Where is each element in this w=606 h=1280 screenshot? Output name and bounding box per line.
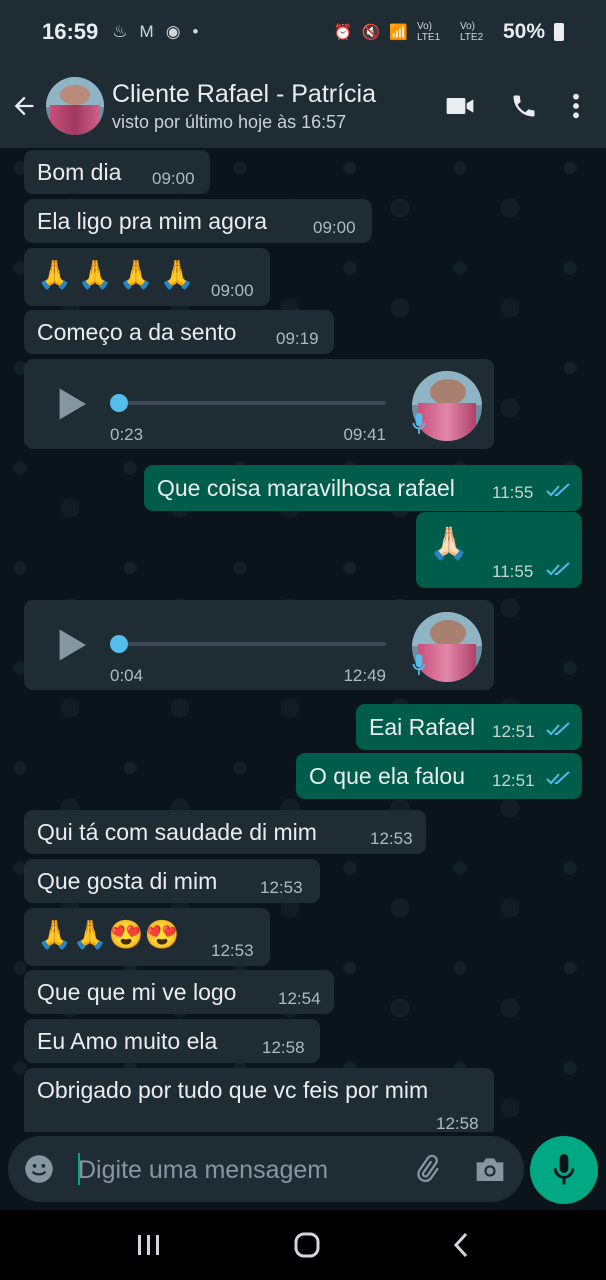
message-text: Obrigado por tudo que vc feis por mim: [37, 1077, 429, 1103]
message-time: 11:55: [492, 562, 534, 581]
message-time: 12:58: [262, 1038, 305, 1057]
message-incoming[interactable]: Começo a da sento 09:19: [24, 310, 334, 354]
message-time: 12:53: [370, 829, 413, 848]
message-incoming[interactable]: Obrigado por tudo que vc feis por mim 12…: [24, 1068, 494, 1132]
message-input[interactable]: Digite uma mensagem: [78, 1156, 328, 1185]
message-time: 09:00: [211, 281, 254, 300]
audio-progress-handle[interactable]: [110, 635, 128, 653]
message-incoming[interactable]: Qui tá com saudade di mim 12:53: [24, 810, 426, 854]
audio-duration: 0:04: [110, 666, 144, 685]
message-time: 12:53: [211, 941, 254, 960]
message-text: Que que mi ve logo: [37, 979, 237, 1005]
message-time: 12:54: [278, 989, 321, 1008]
audio-progress-handle[interactable]: [110, 394, 128, 412]
back-nav-icon[interactable]: [452, 1231, 470, 1259]
message-incoming[interactable]: Que gosta di mim 12:53: [24, 859, 320, 903]
contact-avatar[interactable]: [46, 77, 104, 135]
voice-message[interactable]: 0:04 12:49: [24, 600, 494, 690]
arrow-left-icon: [14, 96, 34, 116]
message-text: Que coisa maravilhosa rafael: [157, 475, 455, 501]
system-nav-bar: [0, 1210, 606, 1280]
mic-icon: [412, 654, 426, 675]
message-composer[interactable]: Digite uma mensagem: [8, 1136, 524, 1202]
message-text: Eai Rafael: [369, 714, 476, 740]
read-receipt-icon: [546, 562, 570, 576]
message-outgoing[interactable]: 🙏🏻 11:55: [416, 512, 582, 588]
recent-apps-icon[interactable]: [136, 1233, 162, 1257]
read-receipt-icon: [546, 722, 570, 736]
message-incoming[interactable]: Eu Amo muito ela 12:58: [24, 1019, 320, 1063]
message-time: 09:00: [313, 218, 356, 237]
notification-icon: ♨: [112, 22, 128, 41]
wifi-icon: 📶: [389, 24, 408, 41]
message-text: 🙏🙏🙏🙏: [37, 259, 201, 290]
audio-duration: 0:23: [110, 425, 144, 444]
message-text: Bom dia: [37, 159, 122, 185]
audio-progress-track[interactable]: [120, 401, 386, 405]
message-text: 🙏🙏😍😍: [37, 919, 181, 950]
message-time: 11:55: [492, 483, 534, 502]
message-text: 🙏🏻: [429, 525, 469, 561]
contact-name: Cliente Rafael - Patrícia: [112, 79, 377, 108]
message-time: 09:00: [152, 169, 195, 188]
read-receipt-icon: [546, 771, 570, 785]
chrome-icon: ◉: [165, 22, 181, 41]
message-outgoing[interactable]: Que coisa maravilhosa rafael 11:55: [144, 465, 582, 511]
signal-lte2: Vo) LTE2: [459, 21, 484, 43]
message-text: O que ela falou: [309, 763, 466, 789]
message-incoming[interactable]: 🙏🙏🙏🙏 09:00: [24, 248, 270, 306]
contact-info[interactable]: Cliente Rafael - Patrícia visto por últi…: [112, 80, 412, 133]
play-icon[interactable]: [56, 387, 88, 421]
back-button[interactable]: [2, 64, 46, 148]
message-incoming[interactable]: Ela ligo pra mim agora 09:00: [24, 199, 372, 243]
attach-icon[interactable]: [412, 1154, 442, 1184]
message-time: 09:41: [343, 425, 386, 444]
message-outgoing[interactable]: Eai Rafael 12:51: [356, 704, 582, 750]
mic-icon: [412, 413, 426, 434]
chat-area[interactable]: Bom dia 09:00 Ela ligo pra mim agora 09:…: [0, 148, 606, 1132]
signal-lte1: Vo) LTE1: [416, 21, 441, 43]
dot-icon: •: [192, 22, 199, 41]
home-icon[interactable]: [293, 1231, 321, 1259]
message-outgoing[interactable]: O que ela falou 12:51: [296, 753, 582, 799]
mute-icon: 🔇: [361, 24, 381, 41]
status-bar: 16:59 ♨ M ◉ • ⏰ 🔇 📶 Vo) LTE1 Vo) LTE2 50…: [0, 0, 606, 64]
message-time: 12:51: [492, 722, 535, 741]
camera-icon[interactable]: [474, 1154, 506, 1184]
read-receipt-icon: [546, 483, 570, 497]
play-icon[interactable]: [56, 628, 88, 662]
message-time: 12:58: [436, 1114, 479, 1132]
voice-message[interactable]: 0:23 09:41: [24, 359, 494, 449]
voice-call-icon[interactable]: [510, 92, 538, 120]
message-text: Ela ligo pra mim agora: [37, 208, 268, 234]
message-incoming[interactable]: Que que mi ve logo 12:54: [24, 970, 334, 1014]
chat-header: Cliente Rafael - Patrícia visto por últi…: [0, 64, 606, 148]
emoji-icon[interactable]: [24, 1154, 54, 1184]
record-voice-button[interactable]: [530, 1136, 598, 1204]
battery-level: 50%: [502, 20, 545, 43]
video-call-icon[interactable]: [444, 90, 476, 122]
message-text: Qui tá com saudade di mim: [37, 819, 317, 845]
battery-icon: [554, 23, 564, 41]
message-time: 09:19: [276, 329, 319, 348]
message-incoming[interactable]: Bom dia 09:00: [24, 150, 210, 194]
status-time: 16:59: [42, 19, 99, 44]
mic-icon: [553, 1154, 575, 1185]
message-text: Começo a da sento: [37, 319, 237, 345]
last-seen: visto por último hoje às 16:57: [112, 111, 347, 132]
more-options-icon[interactable]: [572, 92, 580, 120]
message-time: 12:53: [260, 878, 303, 897]
message-time: 12:51: [492, 771, 535, 790]
message-time: 12:49: [343, 666, 386, 685]
message-text: Que gosta di mim: [37, 868, 218, 894]
message-incoming[interactable]: 🙏🙏😍😍 12:53: [24, 908, 270, 966]
gmail-icon: M: [139, 22, 154, 41]
audio-progress-track[interactable]: [120, 642, 386, 646]
message-text: Eu Amo muito ela: [37, 1028, 218, 1054]
alarm-icon: ⏰: [333, 24, 353, 41]
